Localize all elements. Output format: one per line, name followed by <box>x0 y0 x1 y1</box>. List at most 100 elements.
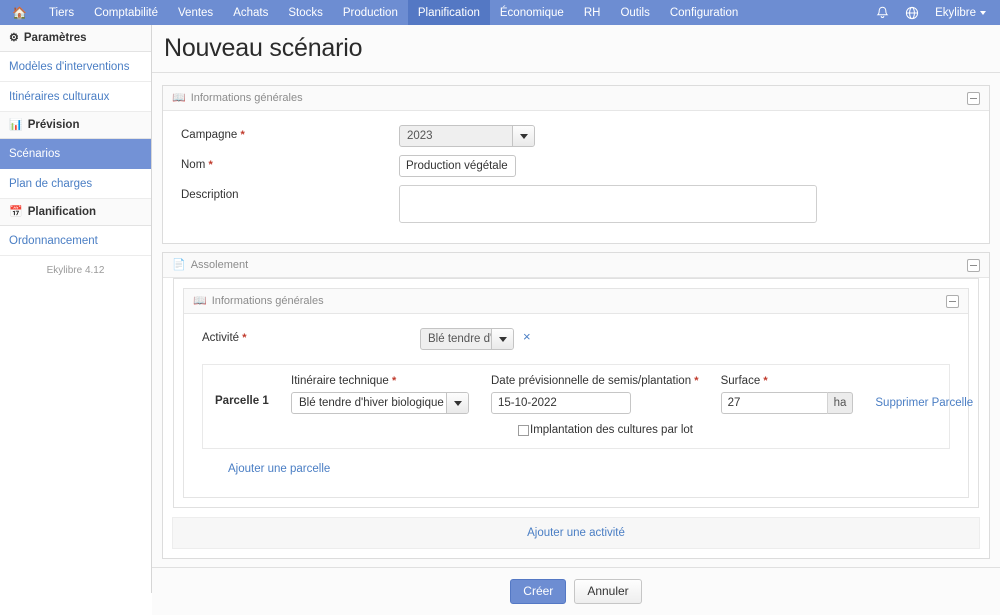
file-icon: 📄 <box>172 258 186 271</box>
required-marker: * <box>242 332 247 344</box>
creer-button[interactable]: Créer <box>510 578 567 605</box>
field-row-nom: Nom * Production végétale <box>163 155 989 177</box>
field-group-date: Date prévisionnelle de semis/plantation … <box>491 375 699 414</box>
required-marker: * <box>208 159 213 171</box>
sidebar-item-ordonnancement[interactable]: Ordonnancement <box>0 226 151 256</box>
panel-activite-informations-generales: 📖 Informations générales Activité * Blé … <box>183 288 973 498</box>
sidebar-section-label: Paramètres <box>23 32 87 44</box>
required-marker: * <box>392 375 397 387</box>
itineraire-select[interactable]: Blé tendre d'hiver biologique <box>291 392 469 414</box>
app-version-label: Ekylibre 4.12 <box>46 265 105 276</box>
ajouter-une-activite-button[interactable]: Ajouter une activité <box>527 527 625 539</box>
field-label-surface: Surface * <box>721 375 854 387</box>
field-label-itineraire: Itinéraire technique * <box>291 375 469 387</box>
required-marker: * <box>240 129 245 141</box>
field-label-description: Description <box>181 189 239 201</box>
nav-item-planification[interactable]: Planification <box>407 0 490 25</box>
parcelle-label: Parcelle 1 <box>215 395 269 407</box>
nav-item-economique[interactable]: Économique <box>490 0 574 25</box>
main-content: Nouveau scénario 📖 Informations générale… <box>152 25 1000 615</box>
sidebar: ⚙ Paramètres Modèles d'interventions Iti… <box>0 25 152 593</box>
implantation-checkbox[interactable] <box>518 424 529 436</box>
chevron-down-icon <box>491 329 513 349</box>
chevron-down-icon <box>512 126 534 146</box>
sidebar-item-plan-de-charges[interactable]: Plan de charges <box>0 169 151 199</box>
label-text: Itinéraire technique <box>291 375 389 387</box>
required-marker: * <box>694 375 699 387</box>
panel-header: 📄 Assolement <box>163 253 989 278</box>
add-parcelle-row: Ajouter une parcelle <box>184 449 968 485</box>
annuler-button[interactable]: Annuler <box>574 578 642 605</box>
nav-home-button[interactable]: 🏠 <box>0 0 39 25</box>
user-menu-label: Ekylibre <box>935 6 976 19</box>
implantation-checkbox-label[interactable]: Implantation des cultures par lot <box>530 424 693 436</box>
sidebar-section-planification: 📅 Planification <box>0 199 151 226</box>
field-group-surface: Surface * 27 ha <box>720 375 854 414</box>
sidebar-section-label: Planification <box>27 206 97 218</box>
user-menu-button[interactable]: Ekylibre <box>927 0 1000 25</box>
sidebar-section-label: Prévision <box>27 119 80 131</box>
top-navigation-bar: 🏠 Tiers Comptabilité Ventes Achats Stock… <box>0 0 1000 25</box>
language-globe-button[interactable] <box>897 0 927 25</box>
supprimer-parcelle-button[interactable]: Supprimer Parcelle <box>875 397 973 409</box>
remove-activite-button[interactable]: × <box>523 328 531 343</box>
label-text: Surface <box>720 375 761 387</box>
book-icon: 📖 <box>172 91 186 104</box>
surface-unit-label: ha <box>826 392 854 414</box>
nav-item-tiers[interactable]: Tiers <box>39 0 84 25</box>
nav-item-outils[interactable]: Outils <box>610 0 659 25</box>
nav-item-stocks[interactable]: Stocks <box>278 0 333 25</box>
nav-item-configuration[interactable]: Configuration <box>660 0 748 25</box>
surface-field-wrapper: 27 ha <box>720 392 854 414</box>
collapse-minus-icon[interactable] <box>946 294 959 308</box>
panel-body: Campagne * 2023 Nom * Production végétal… <box>163 111 989 243</box>
scenario-form: 📖 Informations générales Campagne * 2023 <box>152 73 1000 559</box>
panel-header: 📖 Informations générales <box>184 289 968 314</box>
nav-item-rh[interactable]: RH <box>574 0 611 25</box>
collapse-minus-icon[interactable] <box>967 91 980 105</box>
add-activite-row: Ajouter une activité <box>172 517 980 549</box>
activite-select[interactable]: Blé tendre d'hiv <box>420 328 514 350</box>
form-actions: Créer Annuler <box>152 567 1000 615</box>
surface-input[interactable]: 27 <box>720 392 827 414</box>
field-group-itineraire: Itinéraire technique * Blé tendre d'hive… <box>291 375 469 414</box>
gear-icon: ⚙ <box>9 31 19 44</box>
implantation-checkbox-row: Implantation des cultures par lot <box>215 424 949 436</box>
field-label-campagne: Campagne * <box>181 125 399 141</box>
label-text: Campagne <box>181 129 238 141</box>
label-text: Activité <box>202 332 240 344</box>
field-label-activite: Activité * <box>202 328 420 344</box>
ajouter-une-parcelle-button[interactable]: Ajouter une parcelle <box>228 463 330 475</box>
field-label-date: Date prévisionnelle de semis/plantation … <box>491 375 699 387</box>
sidebar-item-modeles-interventions[interactable]: Modèles d'interventions <box>0 52 151 82</box>
sidebar-item-itineraires-culturaux[interactable]: Itinéraires culturaux <box>0 82 151 112</box>
parcelle-row: Parcelle 1 Itinéraire technique * Blé te… <box>202 364 973 449</box>
sidebar-section-parametres: ⚙ Paramètres <box>0 25 151 52</box>
description-textarea[interactable] <box>399 185 817 223</box>
calendar-icon: 📅 <box>9 205 23 218</box>
chevron-down-icon <box>446 393 468 413</box>
nav-item-achats[interactable]: Achats <box>223 0 278 25</box>
nav-item-production[interactable]: Production <box>333 0 408 25</box>
date-semis-input[interactable]: 15-10-2022 <box>491 392 631 414</box>
panel-title: Assolement <box>190 259 249 271</box>
sidebar-section-prevision: 📊 Prévision <box>0 112 151 139</box>
nav-item-comptabilite[interactable]: Comptabilité <box>84 0 168 25</box>
field-row-description: Description <box>163 185 989 223</box>
field-row-campagne: Campagne * 2023 <box>163 125 989 147</box>
nom-input[interactable]: Production végétale <box>399 155 516 177</box>
book-icon: 📖 <box>193 294 207 307</box>
label-text: Date prévisionnelle de semis/plantation <box>491 375 692 387</box>
nav-item-ventes[interactable]: Ventes <box>168 0 223 25</box>
campagne-select[interactable]: 2023 <box>399 125 535 147</box>
collapse-minus-icon[interactable] <box>967 258 980 272</box>
page-title: Nouveau scénario <box>164 34 363 62</box>
home-icon: 🏠 <box>12 5 27 20</box>
notifications-button[interactable] <box>867 0 897 25</box>
chart-bar-icon: 📊 <box>9 118 23 131</box>
required-marker: * <box>763 375 768 387</box>
panel-assolement: 📄 Assolement 📖 Informations générales Ac… <box>162 252 990 559</box>
sidebar-item-scenarios[interactable]: Scénarios <box>0 139 151 169</box>
panel-title: Informations générales <box>211 295 324 307</box>
